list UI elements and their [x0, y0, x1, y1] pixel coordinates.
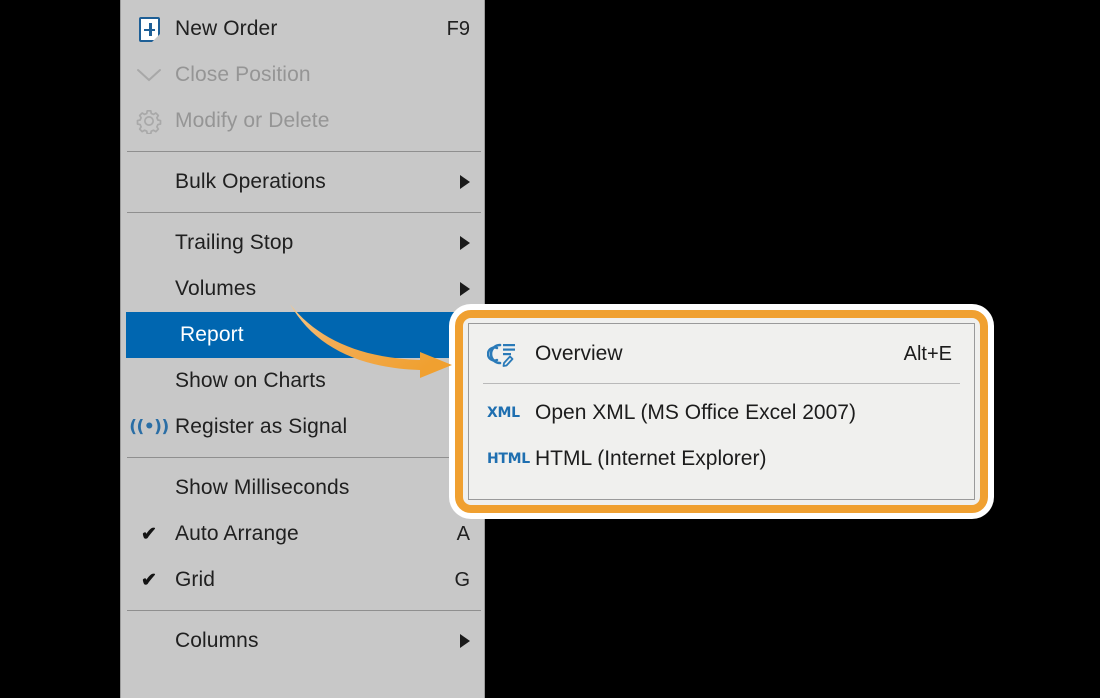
- no-icon-placeholder: [131, 472, 167, 504]
- menu-item-show-on-charts[interactable]: Show on Charts: [121, 358, 484, 404]
- check-icon: ✔: [141, 523, 157, 545]
- menu-item-close-position: Close Position: [121, 52, 484, 98]
- menu-item-trailing-stop[interactable]: Trailing Stop: [121, 220, 484, 266]
- menu-item-label: Show Milliseconds: [175, 476, 350, 499]
- xml-icon: XML: [487, 405, 527, 421]
- menu-item-label: Auto Arrange: [175, 522, 299, 545]
- gear-icon: [131, 105, 167, 137]
- menu-item-label: Close Position: [175, 63, 311, 86]
- menu-item-grid[interactable]: ✔ Grid G: [121, 557, 484, 603]
- new-order-icon: [131, 13, 167, 45]
- menu-separator: [127, 457, 481, 458]
- menu-item-label: Bulk Operations: [175, 170, 326, 193]
- submenu-item-label: HTML (Internet Explorer): [535, 447, 767, 470]
- trade-context-menu: New Order F9 Close Position Modify or De…: [120, 0, 485, 698]
- html-icon-label: HTML: [487, 451, 530, 467]
- close-position-icon: [131, 59, 167, 91]
- menu-item-accelerator: A: [456, 522, 470, 545]
- menu-item-label: Trailing Stop: [175, 231, 294, 254]
- menu-item-modify-or-delete: Modify or Delete: [121, 98, 484, 144]
- menu-item-accelerator: F9: [446, 17, 470, 40]
- orange-border: Overview Alt+E XML Open XML (MS Office E…: [455, 310, 988, 513]
- menu-item-label: Modify or Delete: [175, 109, 330, 132]
- signal-icon: ((•)): [129, 417, 169, 437]
- submenu-item-label: Overview: [535, 342, 623, 365]
- menu-item-label: Show on Charts: [175, 369, 326, 392]
- submenu-item-overview[interactable]: Overview Alt+E: [469, 331, 974, 377]
- submenu-item-html[interactable]: HTML HTML (Internet Explorer): [469, 436, 974, 482]
- no-icon-placeholder: [131, 273, 167, 305]
- submenu-separator: [483, 383, 960, 384]
- submenu-arrow-icon: [460, 175, 470, 189]
- menu-item-auto-arrange[interactable]: ✔ Auto Arrange A: [121, 511, 484, 557]
- menu-item-bulk-operations[interactable]: Bulk Operations: [121, 159, 484, 205]
- chevron-down-icon: [137, 69, 161, 82]
- menu-item-new-order[interactable]: New Order F9: [121, 6, 484, 52]
- menu-item-label: New Order: [175, 17, 278, 40]
- html-icon: HTML: [487, 451, 530, 467]
- menu-item-accelerator: G: [454, 568, 470, 591]
- no-icon-placeholder: [131, 365, 167, 397]
- no-icon-placeholder: [131, 227, 167, 259]
- menu-separator: [127, 151, 481, 152]
- report-submenu: Overview Alt+E XML Open XML (MS Office E…: [468, 323, 975, 500]
- no-icon-placeholder: [131, 166, 167, 198]
- no-icon-placeholder: [131, 625, 167, 657]
- submenu-arrow-icon: [460, 634, 470, 648]
- menu-item-label: Grid: [175, 568, 216, 591]
- menu-item-volumes[interactable]: Volumes: [121, 266, 484, 312]
- menu-item-label: Columns: [175, 629, 259, 652]
- menu-item-register-as-signal[interactable]: ((•)) Register as Signal: [121, 404, 484, 450]
- menu-separator: [127, 610, 481, 611]
- submenu-arrow-icon: [460, 282, 470, 296]
- submenu-item-open-xml[interactable]: XML Open XML (MS Office Excel 2007): [469, 390, 974, 436]
- menu-separator: [127, 212, 481, 213]
- overview-report-icon: [487, 341, 527, 367]
- menu-item-report[interactable]: Report: [126, 312, 483, 358]
- menu-item-label: Register as Signal: [175, 415, 348, 438]
- menu-item-label: Volumes: [175, 277, 257, 300]
- submenu-item-label: Open XML (MS Office Excel 2007): [535, 401, 856, 424]
- check-icon: ✔: [141, 569, 157, 591]
- submenu-arrow-icon: [460, 236, 470, 250]
- menu-item-columns[interactable]: Columns: [121, 618, 484, 664]
- orange-highlight-box: Overview Alt+E XML Open XML (MS Office E…: [449, 304, 994, 519]
- screenshot-stage: New Order F9 Close Position Modify or De…: [0, 0, 1100, 698]
- no-icon-placeholder: [136, 319, 172, 351]
- submenu-item-accelerator: Alt+E: [903, 342, 952, 365]
- menu-item-label: Report: [180, 323, 244, 346]
- menu-item-show-milliseconds[interactable]: Show Milliseconds: [121, 465, 484, 511]
- xml-icon-label: XML: [487, 405, 520, 421]
